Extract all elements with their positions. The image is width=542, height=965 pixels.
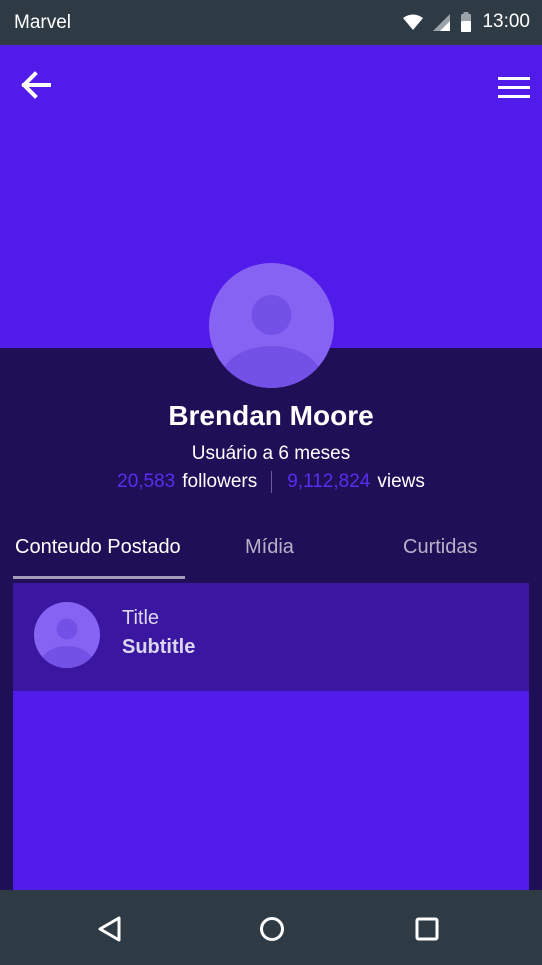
- clock: 13:00: [482, 11, 530, 32]
- profile-name: Brendan Moore: [168, 400, 374, 431]
- back-triangle-icon[interactable]: [94, 912, 128, 946]
- tab-content: Title Subtitle: [13, 583, 529, 890]
- battery-icon: [461, 12, 472, 32]
- member-since: Usuário a 6 meses: [191, 443, 351, 464]
- views-label: views: [377, 471, 425, 492]
- arrow-left-icon[interactable]: [18, 70, 52, 100]
- app-screen: Marvel 13:00 Brendan Moore Usuário a 6 m…: [0, 0, 542, 965]
- stats-divider: [271, 471, 273, 493]
- carrier-name: Marvel: [14, 12, 72, 33]
- views-count: 9,112,824: [287, 471, 371, 492]
- active-tab-indicator: [13, 576, 185, 579]
- system-nav-bar: [0, 890, 542, 965]
- followers-count: 20,583: [117, 471, 176, 492]
- user-silhouette-icon: [41, 618, 93, 668]
- wifi-icon: [403, 14, 424, 30]
- list-item-title: Title: [122, 607, 160, 629]
- list-item-subtitle: Subtitle: [122, 636, 196, 658]
- followers-label: followers: [182, 471, 258, 492]
- status-icons: 13:00: [403, 11, 530, 33]
- tab-curtidas[interactable]: Curtidas: [403, 536, 477, 559]
- list-item[interactable]: Title Subtitle: [13, 583, 529, 691]
- user-silhouette-icon: [221, 295, 322, 388]
- home-circle-icon[interactable]: [255, 912, 289, 946]
- cell-signal-icon: [433, 13, 451, 31]
- tab-midia[interactable]: Mídia: [245, 536, 294, 559]
- tab-conteudo-postado[interactable]: Conteudo Postado: [15, 536, 181, 559]
- hamburger-menu-icon[interactable]: [498, 75, 530, 101]
- list-item-avatar: [34, 602, 100, 668]
- profile-stats: 20,583 followers 9,112,824 views: [0, 471, 542, 493]
- recents-square-icon[interactable]: [410, 912, 444, 946]
- status-bar: Marvel 13:00: [0, 0, 542, 45]
- tab-bar: Conteudo Postado Mídia Curtidas: [0, 530, 542, 582]
- profile-avatar[interactable]: [209, 263, 334, 388]
